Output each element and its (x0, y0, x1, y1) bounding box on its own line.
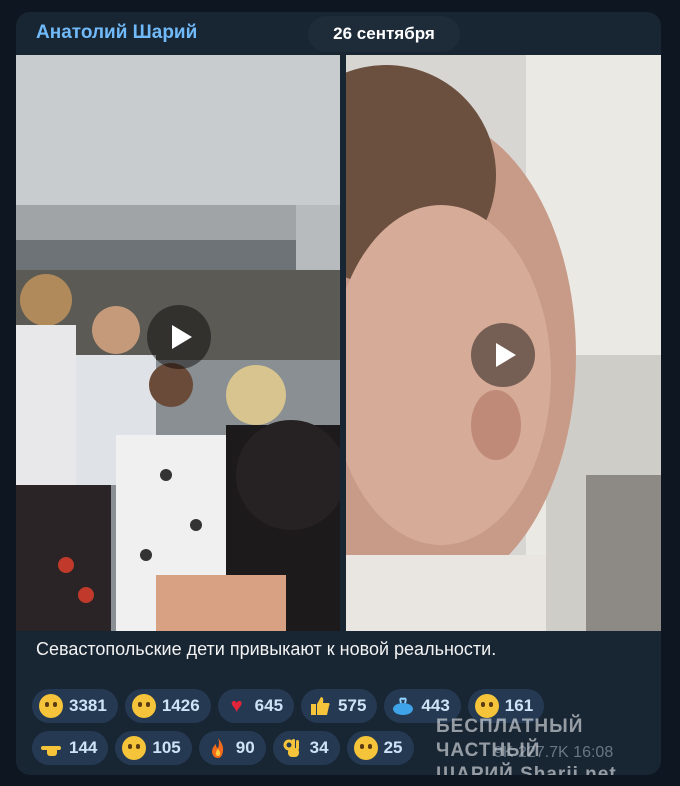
play-button-right[interactable] (471, 323, 535, 387)
fire-icon (205, 735, 231, 761)
reaction-smiling-hearts[interactable]: 25 (346, 731, 414, 765)
play-icon (171, 325, 192, 349)
whale-icon (390, 693, 416, 719)
reaction-count: 90 (235, 738, 255, 757)
reaction-count: 443 (421, 696, 450, 715)
pointing-hand-icon (38, 735, 64, 761)
reaction-count: 161 (504, 696, 534, 715)
reaction-pointing[interactable]: 144 (32, 731, 109, 765)
reaction-count: 575 (338, 696, 367, 715)
reaction-count: 105 (152, 738, 181, 757)
reaction-count: 144 (69, 738, 98, 757)
crying-face-icon (38, 693, 64, 719)
reaction-count: 34 (309, 738, 329, 757)
reaction-crying[interactable]: 3381 (32, 689, 118, 723)
red-heart-icon: ♥ (230, 695, 243, 717)
reaction-count: 3381 (69, 696, 107, 715)
message-caption: Севастопольские дети привыкают к новой р… (36, 639, 497, 659)
reaction-fire[interactable]: 90 (198, 731, 266, 765)
reaction-screaming[interactable]: 105 (115, 731, 192, 765)
reaction-count: 1426 (161, 696, 200, 715)
channel-name[interactable]: Анатолий Шарий (36, 22, 197, 44)
reaction-grinning[interactable]: 1426 (124, 689, 211, 723)
smiling-hearts-face-icon (353, 735, 379, 761)
screaming-face-icon (121, 735, 147, 761)
play-icon (495, 343, 516, 367)
thumbs-up-icon (307, 693, 333, 719)
reaction-ok-hand[interactable]: 34 (272, 731, 340, 765)
reaction-heart[interactable]: ♥ 645 (217, 689, 295, 723)
video-thumbnail-right[interactable] (346, 55, 661, 631)
message-bubble: Анатолий Шарий 26 сентября Севастопольск… (16, 12, 661, 775)
message-meta: 9K 227.7K 16:08 (494, 744, 614, 761)
grinning-face-icon (131, 693, 157, 719)
video-thumbnail-left[interactable] (16, 55, 340, 631)
ok-hand-icon (279, 735, 305, 761)
reaction-thumbs-up[interactable]: 575 (301, 689, 378, 723)
play-button-left[interactable] (147, 305, 211, 369)
reaction-count: 25 (383, 738, 403, 757)
watermark-line: ШАРИЙ Sharij.net (436, 764, 617, 775)
reaction-count: 645 (254, 696, 284, 715)
date-badge: 26 сентября (308, 16, 460, 52)
